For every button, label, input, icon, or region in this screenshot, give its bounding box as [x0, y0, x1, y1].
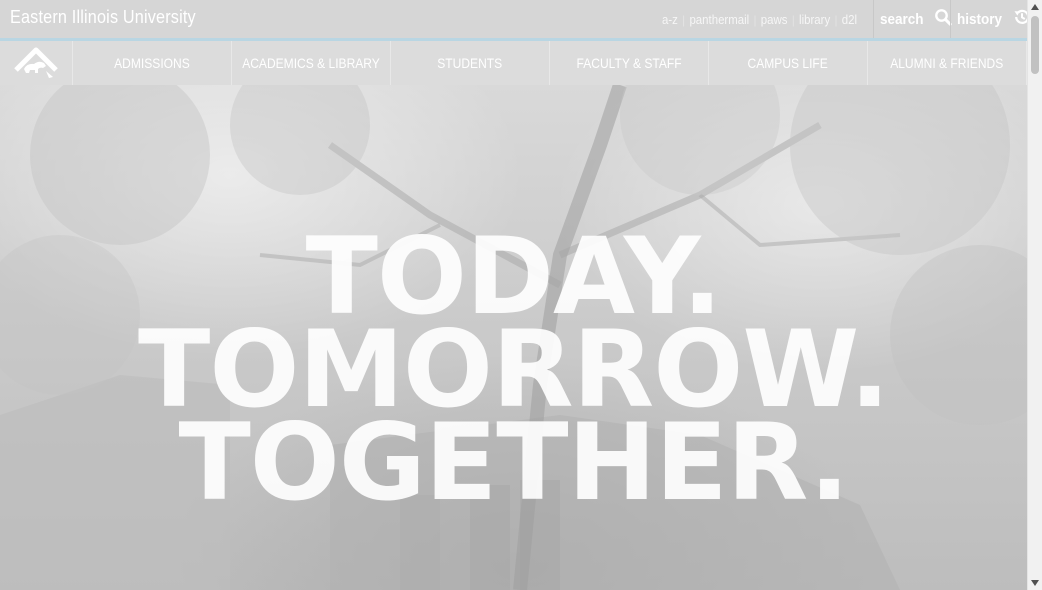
site-title[interactable]: Eastern Illinois University [10, 7, 196, 28]
nav-label: STUDENTS [437, 55, 503, 71]
top-bar: Eastern Illinois University a-z | panthe… [0, 0, 1030, 41]
separator: | [791, 12, 795, 27]
home-panther-icon[interactable] [0, 41, 73, 85]
main-nav: ADMISSIONS ACADEMICS & LIBRARY STUDENTS … [0, 41, 1027, 85]
nav-label: ADMISSIONS [114, 55, 190, 71]
separator: | [682, 12, 686, 27]
nav-admissions[interactable]: ADMISSIONS [73, 41, 232, 85]
nav-academics-library[interactable]: ACADEMICS & LIBRARY [232, 41, 391, 85]
quicklink-d2l[interactable]: d2l [842, 12, 857, 27]
page-scrollbar[interactable] [1027, 0, 1042, 590]
nav-label: ALUMNI & FRIENDS [890, 55, 1004, 71]
scroll-down-arrow-icon[interactable] [1028, 576, 1042, 590]
separator: | [753, 12, 757, 27]
scroll-thumb[interactable] [1031, 16, 1039, 74]
search-button[interactable]: search [873, 0, 953, 38]
nav-label: ACADEMICS & LIBRARY [242, 55, 380, 71]
hero-tagline: TODAY. TOMORROW. TOGETHER. [0, 224, 1027, 516]
quicklink-a-z[interactable]: a-z [662, 12, 678, 27]
scroll-up-arrow-icon[interactable] [1028, 0, 1042, 14]
quicklink-library[interactable]: library [799, 12, 830, 27]
history-button[interactable]: history [950, 0, 1030, 38]
quick-links: a-z | panthermail | paws | library | d2l [662, 12, 857, 27]
nav-campus-life[interactable]: CAMPUS LIFE [709, 41, 868, 85]
quicklink-paws[interactable]: paws [761, 12, 788, 27]
nav-students[interactable]: STUDENTS [391, 41, 550, 85]
nav-alumni-friends[interactable]: ALUMNI & FRIENDS [868, 41, 1027, 85]
separator: | [834, 12, 838, 27]
nav-label: CAMPUS LIFE [747, 55, 829, 71]
history-label: history [957, 10, 1003, 28]
quicklink-panthermail[interactable]: panthermail [689, 12, 749, 27]
nav-label: FACULTY & STAFF [576, 55, 682, 71]
search-label: search [880, 10, 924, 28]
nav-faculty-staff[interactable]: FACULTY & STAFF [550, 41, 709, 85]
hero-banner: TODAY. TOMORROW. TOGETHER. [0, 85, 1027, 590]
